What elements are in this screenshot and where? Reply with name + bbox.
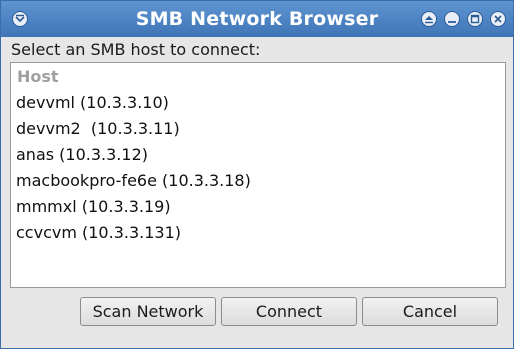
host-list-item[interactable]: ccvcvm (10.3.3.131)	[16, 223, 181, 242]
connect-button[interactable]: Connect	[221, 297, 357, 326]
maximize-button[interactable]	[467, 11, 483, 27]
close-icon	[494, 15, 502, 23]
cancel-button[interactable]: Cancel	[362, 297, 498, 326]
close-button[interactable]	[490, 11, 506, 27]
shade-button[interactable]	[421, 11, 437, 27]
host-list-item[interactable]: anas (10.3.3.12)	[16, 145, 148, 164]
host-list-item[interactable]: devvm2 (10.3.3.11)	[16, 119, 180, 138]
host-list-item[interactable]: mmmxl (10.3.3.19)	[16, 197, 171, 216]
host-list[interactable]: Host devvml (10.3.3.10) devvm2 (10.3.3.1…	[10, 62, 506, 288]
minimize-button[interactable]	[444, 11, 460, 27]
maximize-icon	[470, 14, 480, 24]
select-host-prompt: Select an SMB host to connect:	[11, 40, 261, 59]
title-bar[interactable]: SMB Network Browser	[1, 1, 513, 37]
minimize-icon	[448, 21, 456, 23]
host-list-item[interactable]: macbookpro-fe6e (10.3.3.18)	[16, 171, 251, 190]
scan-network-button[interactable]: Scan Network	[80, 297, 216, 326]
host-column-header[interactable]: Host	[17, 67, 59, 86]
smb-browser-window: SMB Network Browser Select an SMB host t…	[0, 0, 514, 349]
host-list-item[interactable]: devvml (10.3.3.10)	[16, 93, 169, 112]
shade-icon	[425, 16, 433, 24]
